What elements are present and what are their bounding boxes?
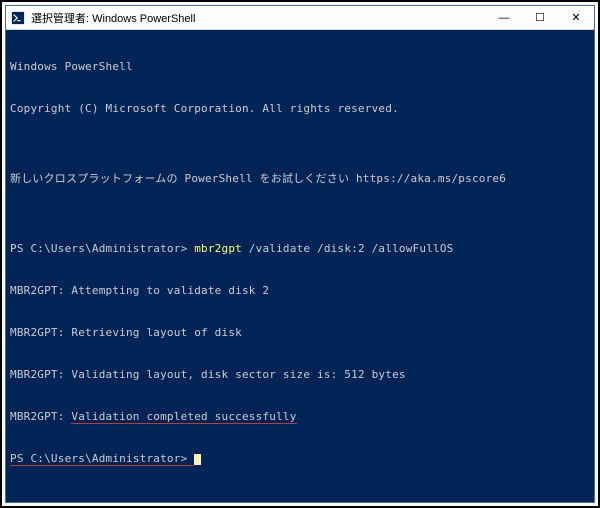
minimize-button[interactable]: — — [486, 6, 522, 29]
close-button[interactable]: ✕ — [558, 6, 594, 29]
terminal-output: MBR2GPT: Validation completed successful… — [10, 410, 590, 424]
terminal-output: Windows PowerShell — [10, 60, 590, 74]
output-prefix: MBR2GPT: — [10, 410, 71, 423]
validation-success-text: Validation completed successfully — [71, 410, 296, 423]
command-args: /validate /disk:2 /allowFullOS — [242, 242, 454, 255]
window-controls: — ☐ ✕ — [486, 6, 594, 29]
powershell-icon — [10, 10, 26, 26]
terminal-output: MBR2GPT: Attempting to validate disk 2 — [10, 284, 590, 298]
prompt: PS C:\Users\Administrator> — [10, 242, 194, 255]
terminal-output: 新しいクロスプラットフォームの PowerShell をお試しください http… — [10, 172, 590, 186]
terminal-output: Copyright (C) Microsoft Corporation. All… — [10, 102, 590, 116]
terminal-pane[interactable]: Windows PowerShell Copyright (C) Microso… — [6, 30, 594, 502]
titlebar[interactable]: 選択管理者: Windows PowerShell — ☐ ✕ — [6, 6, 594, 30]
terminal-prompt-current: PS C:\Users\Administrator> — [10, 452, 590, 466]
cursor — [194, 454, 201, 465]
terminal-output: MBR2GPT: Retrieving layout of disk — [10, 326, 590, 340]
maximize-button[interactable]: ☐ — [522, 6, 558, 29]
powershell-window: 選択管理者: Windows PowerShell — ☐ ✕ Windows … — [5, 5, 595, 503]
command-name: mbr2gpt — [194, 242, 242, 255]
prompt: PS C:\Users\Administrator> — [10, 452, 194, 465]
terminal-command-line: PS C:\Users\Administrator> mbr2gpt /vali… — [10, 242, 590, 256]
terminal-output: MBR2GPT: Validating layout, disk sector … — [10, 368, 590, 382]
window-title: 選択管理者: Windows PowerShell — [31, 10, 486, 26]
